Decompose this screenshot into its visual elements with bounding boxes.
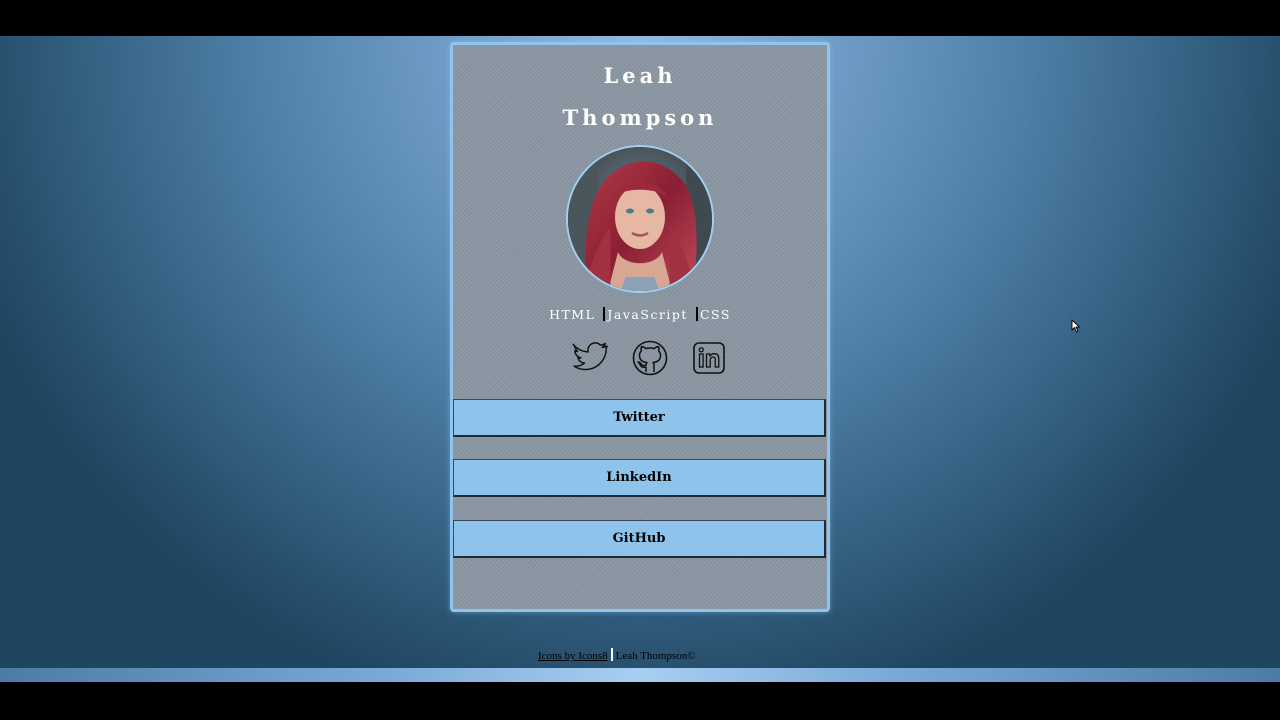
skill-html: HTML (549, 307, 596, 322)
profile-last-name: Thompson (562, 105, 718, 130)
linkedin-button[interactable]: LinkedIn (453, 459, 826, 497)
github-icon[interactable] (630, 338, 670, 378)
skill-separator (695, 307, 698, 321)
twitter-icon-graphic (572, 342, 608, 371)
skill-javascript: JavaScript (607, 307, 688, 322)
linkedin-icon[interactable] (689, 338, 729, 378)
avatar (566, 145, 714, 293)
github-button[interactable]: GitHub (453, 520, 826, 558)
skill-separator (603, 307, 606, 321)
skill-css: CSS (699, 307, 731, 322)
twitter-icon[interactable] (571, 338, 611, 378)
avatar-photo (568, 147, 712, 291)
github-icon-graphic (632, 340, 668, 376)
skills-list: HTML JavaScript CSS (453, 307, 827, 322)
social-icons (453, 338, 827, 378)
footer-separator (610, 648, 613, 661)
linkedin-icon-graphic (693, 342, 725, 374)
icons-credit-link[interactable]: Icons by Icons8 (538, 650, 608, 662)
page-background: Leah Thompson HTML JavaScript CSS Twitte… (0, 36, 1280, 668)
footer: Icons by Icons8 Leah Thompson© (538, 648, 696, 662)
mouse-cursor-icon (1071, 319, 1080, 333)
twitter-button[interactable]: Twitter (453, 399, 826, 437)
footer-copyright: Leah Thompson© (615, 650, 696, 662)
profile-card: Leah Thompson HTML JavaScript CSS Twitte… (450, 42, 830, 612)
bottom-strip (0, 668, 1280, 682)
profile-first-name: Leah (603, 63, 677, 88)
